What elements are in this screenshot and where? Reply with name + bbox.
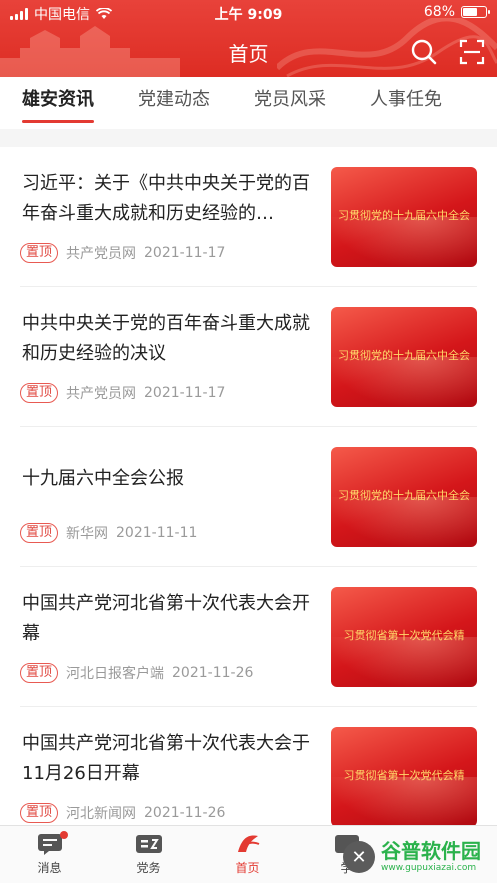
article-source: 共产党员网 bbox=[66, 386, 137, 402]
tab-member-profiles[interactable]: 党员风采 bbox=[254, 77, 326, 129]
pinned-badge: 置顶 bbox=[20, 663, 59, 683]
status-bar: 中国电信 上午 9:09 68% bbox=[0, 0, 497, 26]
tab-party-building[interactable]: 党建动态 bbox=[138, 77, 210, 129]
article-source: 河北新闻网 bbox=[66, 806, 137, 822]
app-header: 中国电信 上午 9:09 68% 首页 bbox=[0, 0, 497, 77]
article-title: 中国共产党河北省第十次代表大会于11月26日开幕 bbox=[22, 733, 310, 784]
tabbar-label: 党务 bbox=[136, 861, 161, 875]
list-item[interactable]: 十九届六中全会公报 置顶 新华网 2021-11-11 习贯彻党的十九届六中全会 bbox=[20, 427, 477, 567]
list-item[interactable]: 中共中央关于党的百年奋斗重大成就和历史经验的决议 置顶 共产党员网 2021-1… bbox=[20, 287, 477, 427]
battery-icon bbox=[461, 6, 490, 18]
list-item[interactable]: 中国共产党河北省第十次代表大会于11月26日开幕 置顶 河北新闻网 2021-1… bbox=[20, 707, 477, 825]
article-thumbnail: 习贯彻党的十九届六中全会 bbox=[331, 167, 477, 267]
tabbar-item-home[interactable]: 首页 bbox=[198, 826, 297, 883]
article-thumbnail: 习贯彻党的十九届六中全会 bbox=[331, 307, 477, 407]
scan-icon[interactable] bbox=[458, 38, 486, 66]
article-title: 中共中央关于党的百年奋斗重大成就和历史经验的决议 bbox=[22, 313, 310, 364]
pinned-badge: 置顶 bbox=[20, 523, 59, 543]
article-date: 2021-11-17 bbox=[144, 385, 226, 401]
thumbnail-caption: 习贯彻党的十九届六中全会 bbox=[338, 349, 470, 362]
pinned-badge: 置顶 bbox=[20, 243, 59, 263]
status-time: 上午 9:09 bbox=[214, 7, 283, 23]
list-item[interactable]: 习近平：关于《中共中央关于党的百年奋斗重大成就和历史经验的… 置顶 共产党员网 … bbox=[20, 147, 477, 287]
site-watermark: ✕ 谷普软件园 www.gupuxiazai.com bbox=[343, 835, 493, 879]
pinned-badge: 置顶 bbox=[20, 803, 59, 823]
list-item[interactable]: 中国共产党河北省第十次代表大会开幕 置顶 河北日报客户端 2021-11-26 … bbox=[20, 567, 477, 707]
article-thumbnail: 习贯彻省第十次党代会精 bbox=[331, 587, 477, 687]
tab-appointments[interactable]: 人事任免 bbox=[370, 77, 442, 129]
tabbar-label: 消息 bbox=[37, 861, 62, 875]
close-icon: ✕ bbox=[343, 841, 375, 873]
thumbnail-caption: 习贯彻省第十次党代会精 bbox=[343, 629, 465, 642]
battery-percent: 68% bbox=[423, 4, 455, 20]
thumbnail-caption: 习贯彻党的十九届六中全会 bbox=[338, 209, 470, 222]
notification-dot bbox=[60, 831, 68, 839]
search-icon[interactable] bbox=[410, 38, 438, 66]
article-thumbnail: 习贯彻党的十九届六中全会 bbox=[331, 447, 477, 547]
thumbnail-caption: 习贯彻党的十九届六中全会 bbox=[338, 489, 470, 502]
article-date: 2021-11-11 bbox=[116, 525, 198, 541]
category-tabs: 雄安资讯 党建动态 党员风采 人事任免 bbox=[0, 77, 497, 129]
article-thumbnail: 习贯彻省第十次党代会精 bbox=[331, 727, 477, 825]
article-source: 新华网 bbox=[66, 526, 109, 542]
watermark-title: 谷普软件园 bbox=[381, 839, 481, 863]
tabbar-item-messages[interactable]: 消息 bbox=[0, 826, 99, 883]
article-date: 2021-11-26 bbox=[144, 805, 226, 821]
article-title: 中国共产党河北省第十次代表大会开幕 bbox=[22, 593, 310, 644]
article-list: 习近平：关于《中共中央关于党的百年奋斗重大成就和历史经验的… 置顶 共产党员网 … bbox=[0, 147, 497, 825]
article-title: 十九届六中全会公报 bbox=[22, 468, 184, 489]
article-date: 2021-11-17 bbox=[144, 245, 226, 261]
article-source: 共产党员网 bbox=[66, 246, 137, 262]
article-source: 河北日报客户端 bbox=[66, 666, 165, 682]
pinned-badge: 置顶 bbox=[20, 383, 59, 403]
home-logo-icon bbox=[237, 835, 259, 852]
tabbar-item-party-affairs[interactable]: 党务 bbox=[99, 826, 198, 883]
tab-xiongan-news[interactable]: 雄安资讯 bbox=[22, 77, 94, 129]
article-title: 习近平：关于《中共中央关于党的百年奋斗重大成就和历史经验的… bbox=[22, 173, 310, 224]
thumbnail-caption: 习贯彻省第十次党代会精 bbox=[343, 769, 465, 782]
article-date: 2021-11-26 bbox=[172, 665, 254, 681]
party-affairs-icon bbox=[135, 835, 162, 853]
watermark-url: www.gupuxiazai.com bbox=[381, 863, 477, 873]
tabbar-label: 首页 bbox=[235, 861, 260, 875]
